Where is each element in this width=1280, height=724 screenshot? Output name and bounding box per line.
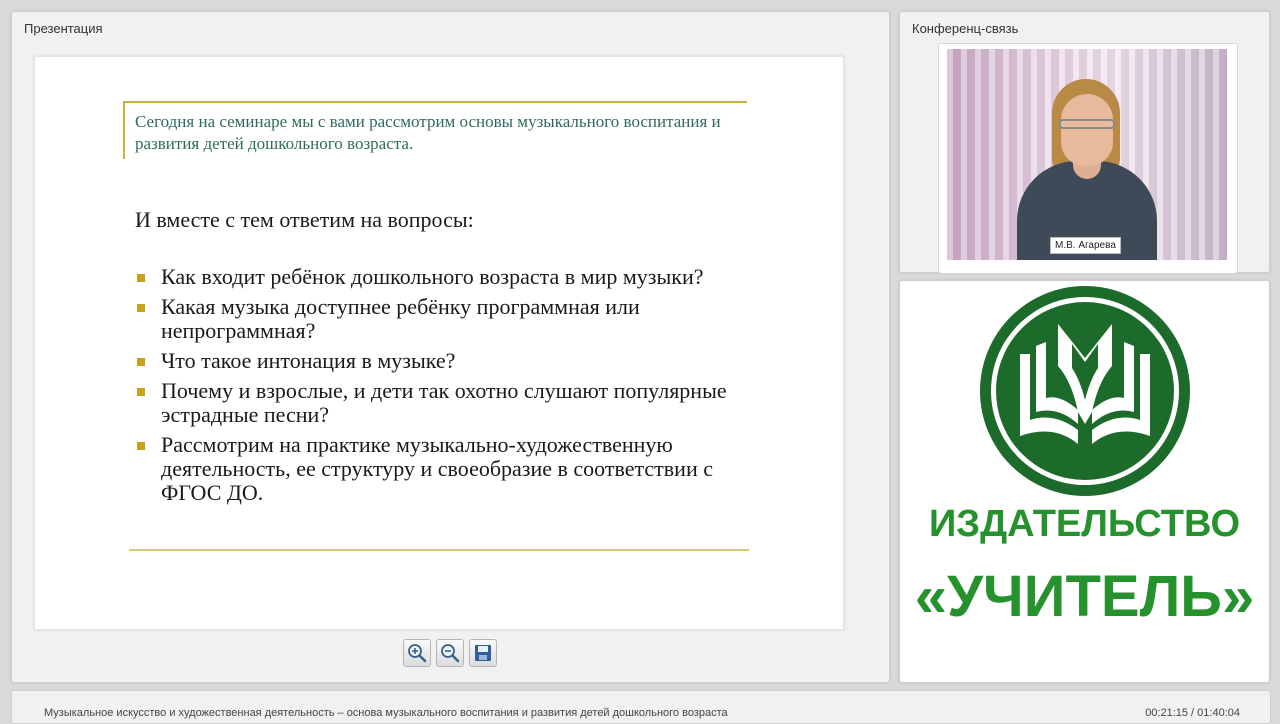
list-item-text: Как входит ребёнок дошкольного возраста …: [161, 264, 704, 289]
list-item-text: Рассмотрим на практике музыкально-художе…: [161, 432, 713, 505]
publisher-logo-panel: ИЗДАТЕЛЬСТВО «УЧИТЕЛЬ»: [899, 280, 1270, 683]
bullet-icon: [137, 358, 145, 366]
zoom-in-button[interactable]: [403, 639, 431, 667]
presentation-panel-title: Презентация: [24, 21, 103, 36]
speaker-face: [1061, 94, 1113, 166]
list-item: Рассмотрим на практике музыкально-художе…: [135, 433, 775, 505]
conference-panel-title: Конференц-связь: [912, 21, 1019, 36]
publisher-logo-icon: [980, 286, 1190, 496]
speaker-glasses: [1059, 119, 1115, 129]
list-item-text: Почему и взрослые, и дети так охотно слу…: [161, 378, 727, 427]
save-icon: [475, 645, 491, 661]
bullet-icon: [137, 304, 145, 312]
slide: Сегодня на семинаре мы с вами рассмотрим…: [34, 56, 844, 630]
playback-time: 00:21:15 / 01:40:04: [1145, 707, 1240, 719]
slide-intro-text: Сегодня на семинаре мы с вами рассмотрим…: [135, 112, 721, 153]
slide-question-list: Как входит ребёнок дошкольного возраста …: [135, 265, 775, 511]
zoom-out-button[interactable]: [436, 639, 464, 667]
save-button[interactable]: [469, 639, 497, 667]
list-item: Какая музыка доступнее ребёнку программн…: [135, 295, 775, 343]
bullet-icon: [137, 442, 145, 450]
bullet-icon: [137, 388, 145, 396]
publisher-name-line1: ИЗДАТЕЛЬСТВО: [928, 503, 1241, 545]
slide-subtitle: И вместе с тем ответим на вопросы:: [135, 207, 474, 232]
webinar-title: Музыкальное искусство и художественная д…: [44, 707, 728, 719]
list-item-text: Что такое интонация в музыке?: [161, 348, 456, 373]
zoom-out-icon: [441, 644, 460, 663]
list-item: Почему и взрослые, и дети так охотно слу…: [135, 379, 775, 427]
bullet-icon: [137, 274, 145, 282]
list-item: Как входит ребёнок дошкольного возраста …: [135, 265, 775, 289]
list-item: Что такое интонация в музыке?: [135, 349, 775, 373]
speaker-video[interactable]: М.В. Агарева: [947, 49, 1227, 260]
list-item-text: Какая музыка доступнее ребёнку программн…: [161, 294, 640, 343]
conference-panel: Конференц-связь М.В. Агарева: [899, 11, 1270, 274]
zoom-in-icon: [408, 644, 427, 663]
presentation-panel: Презентация Сегодня на семинаре мы с вам…: [11, 11, 890, 683]
slide-bottom-divider: [129, 549, 749, 551]
publisher-name-line2: «УЧИТЕЛЬ»: [914, 564, 1255, 629]
speaker-name-label: М.В. Агарева: [1050, 237, 1121, 254]
footer-bar: Музыкальное искусство и художественная д…: [11, 690, 1271, 724]
